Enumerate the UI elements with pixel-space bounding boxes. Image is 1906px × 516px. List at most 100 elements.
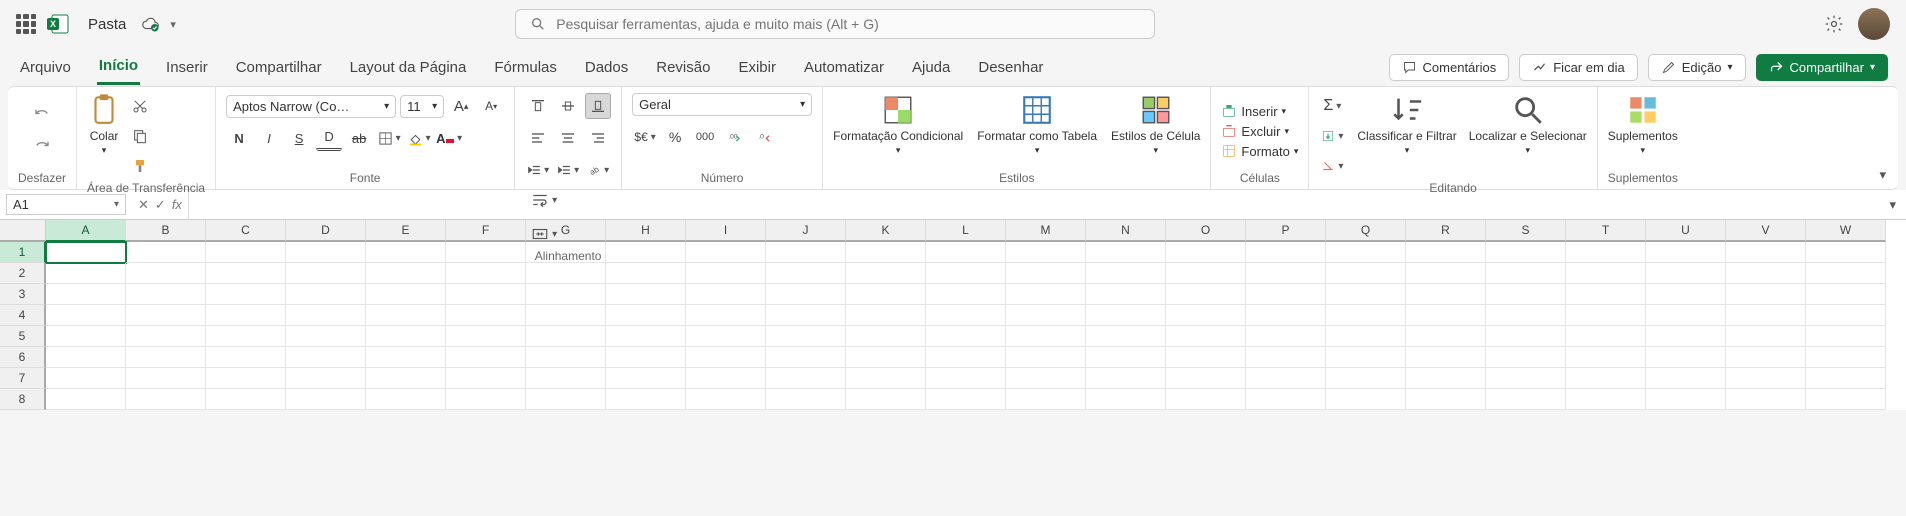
cell[interactable] [606, 347, 686, 368]
cell[interactable] [126, 242, 206, 263]
cell[interactable] [1246, 242, 1326, 263]
tab-dados[interactable]: Dados [583, 51, 630, 84]
cell[interactable] [1326, 389, 1406, 410]
cell[interactable] [1726, 347, 1806, 368]
row-header[interactable]: 1 [0, 242, 46, 263]
document-title[interactable]: Pasta [88, 16, 126, 33]
cell[interactable] [526, 368, 606, 389]
cell[interactable] [1006, 305, 1086, 326]
cell[interactable] [1166, 305, 1246, 326]
cell[interactable] [1726, 242, 1806, 263]
cell[interactable] [1726, 263, 1806, 284]
cell[interactable] [1086, 305, 1166, 326]
tab-inserir[interactable]: Inserir [164, 51, 210, 84]
align-middle-button[interactable] [555, 93, 581, 119]
cell[interactable] [926, 368, 1006, 389]
cell[interactable] [1006, 263, 1086, 284]
column-header[interactable]: O [1166, 220, 1246, 242]
cell[interactable] [206, 389, 286, 410]
cell[interactable] [286, 284, 366, 305]
cell[interactable] [846, 305, 926, 326]
font-color-button[interactable]: A [436, 125, 462, 151]
cell[interactable] [286, 368, 366, 389]
cell[interactable] [286, 347, 366, 368]
comma-format-button[interactable]: 000 [692, 124, 718, 150]
cell[interactable] [926, 305, 1006, 326]
wrap-text-button[interactable] [531, 187, 557, 213]
cell[interactable] [1086, 389, 1166, 410]
cell[interactable] [286, 389, 366, 410]
column-header[interactable]: B [126, 220, 206, 242]
cell[interactable] [1006, 284, 1086, 305]
column-header[interactable]: I [686, 220, 766, 242]
cell[interactable] [126, 368, 206, 389]
cell[interactable] [686, 284, 766, 305]
column-header[interactable]: S [1486, 220, 1566, 242]
tab-arquivo[interactable]: Arquivo [18, 51, 73, 84]
cell[interactable] [446, 368, 526, 389]
column-header[interactable]: U [1646, 220, 1726, 242]
cell[interactable] [46, 389, 126, 410]
cut-button[interactable] [127, 93, 153, 119]
cell[interactable] [1646, 389, 1726, 410]
redo-button[interactable] [29, 134, 55, 160]
cell[interactable] [686, 326, 766, 347]
cell[interactable] [206, 263, 286, 284]
cell[interactable] [1166, 326, 1246, 347]
cell[interactable] [926, 347, 1006, 368]
cell[interactable] [1086, 326, 1166, 347]
cell[interactable] [1806, 347, 1886, 368]
cell[interactable] [846, 242, 926, 263]
cell[interactable] [606, 368, 686, 389]
double-underline-button[interactable]: D [316, 125, 342, 151]
cell[interactable] [126, 389, 206, 410]
cell[interactable] [126, 347, 206, 368]
cell[interactable] [206, 305, 286, 326]
enter-formula-button[interactable]: ✓ [155, 197, 166, 213]
delete-cells-button[interactable]: Excluir▾ [1221, 123, 1289, 139]
cell[interactable] [366, 263, 446, 284]
cell[interactable] [366, 326, 446, 347]
paste-button[interactable]: Colar ▾ [87, 93, 121, 156]
fill-color-button[interactable] [406, 125, 432, 151]
cell[interactable] [1566, 347, 1646, 368]
cell[interactable] [766, 263, 846, 284]
cell[interactable] [206, 326, 286, 347]
cell[interactable] [1806, 326, 1886, 347]
cell[interactable] [846, 284, 926, 305]
percent-format-button[interactable]: % [662, 124, 688, 150]
cell[interactable] [1006, 389, 1086, 410]
align-left-button[interactable] [525, 125, 551, 151]
cell[interactable] [126, 263, 206, 284]
merge-cells-button[interactable] [531, 221, 557, 247]
cell[interactable] [1806, 389, 1886, 410]
tab-início[interactable]: Início [97, 49, 140, 85]
spreadsheet-grid[interactable]: ABCDEFGHIJKLMNOPQRSTUVW 12345678 [0, 220, 1906, 410]
cell[interactable] [1086, 284, 1166, 305]
cell[interactable] [1806, 368, 1886, 389]
cell[interactable] [1326, 347, 1406, 368]
cell[interactable] [606, 263, 686, 284]
cell[interactable] [846, 263, 926, 284]
cell[interactable] [846, 368, 926, 389]
align-center-button[interactable] [555, 125, 581, 151]
cell[interactable] [1566, 368, 1646, 389]
cell[interactable] [1406, 263, 1486, 284]
cell[interactable] [686, 305, 766, 326]
column-header[interactable]: C [206, 220, 286, 242]
cell[interactable] [606, 326, 686, 347]
number-format-select[interactable]: Geral▾ [632, 93, 812, 116]
share-button[interactable]: Compartilhar ▾ [1756, 54, 1888, 81]
cell[interactable] [1006, 368, 1086, 389]
cell[interactable] [1646, 368, 1726, 389]
cell[interactable] [1406, 242, 1486, 263]
cell[interactable] [1406, 284, 1486, 305]
underline-button[interactable]: S [286, 125, 312, 151]
cell[interactable] [1086, 263, 1166, 284]
cell[interactable] [1486, 305, 1566, 326]
cloud-saved-icon[interactable] [142, 15, 160, 33]
cell[interactable] [1326, 284, 1406, 305]
column-header[interactable]: H [606, 220, 686, 242]
increase-decimal-button[interactable]: .00 [722, 124, 748, 150]
copy-button[interactable] [127, 123, 153, 149]
